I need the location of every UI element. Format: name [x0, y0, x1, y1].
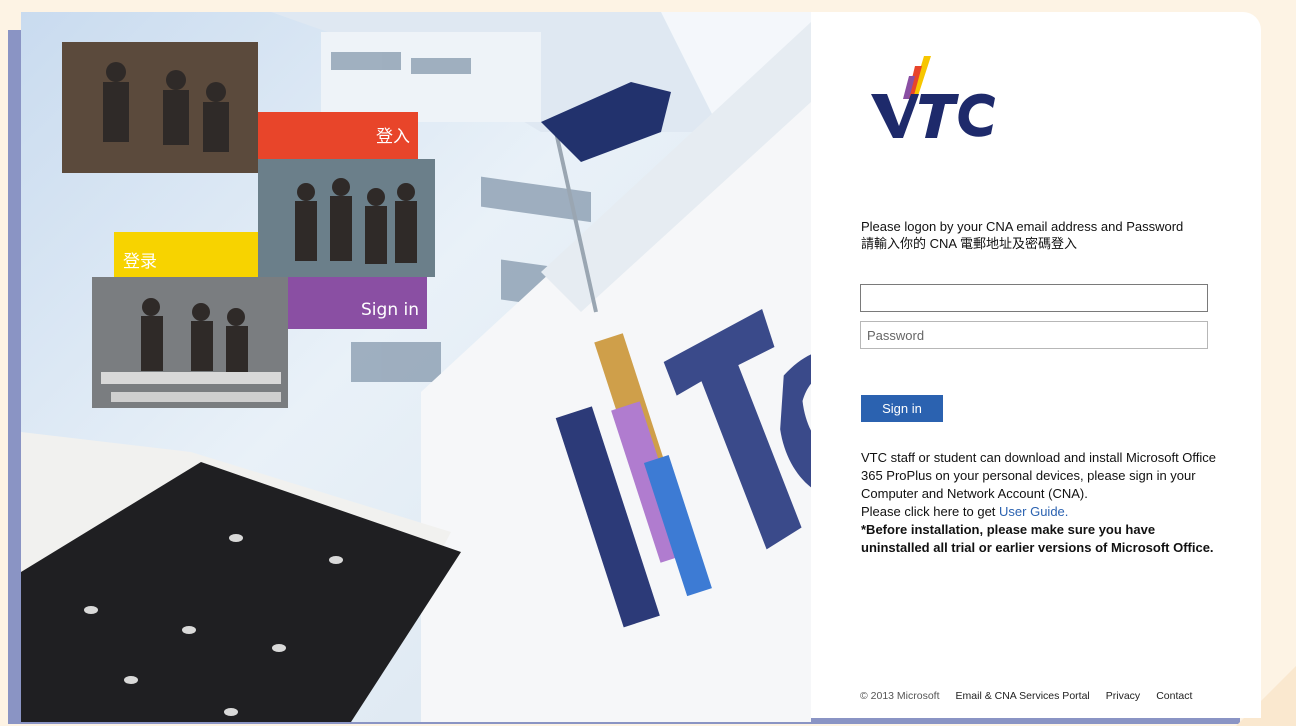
tile-signin-simplified-text: 登录: [123, 252, 157, 272]
hero-image: 登入 登录 Sign in: [21, 12, 811, 722]
instruction-chinese: 請輸入你的 CNA 電郵地址及密碼登入: [861, 236, 1077, 251]
user-guide-prefix: Please click here to get: [861, 504, 1000, 519]
install-info: VTC staff or student can download and in…: [861, 449, 1221, 557]
install-warning: *Before installation, please make sure y…: [861, 522, 1214, 555]
tile-signin-traditional: 登入: [258, 112, 418, 159]
footer: © 2013 Microsoft Email & CNA Services Po…: [860, 690, 1240, 702]
user-guide-line: Please click here to get User Guide.: [861, 503, 1221, 521]
footer-link-contact[interactable]: Contact: [1156, 690, 1192, 702]
tile-signin-english: Sign in: [288, 277, 427, 329]
signin-button[interactable]: Sign in: [861, 395, 943, 422]
footer-link-privacy[interactable]: Privacy: [1106, 690, 1140, 702]
install-info-text: VTC staff or student can download and in…: [861, 450, 1217, 501]
left-frame-bar: [8, 30, 22, 722]
instruction-english: Please logon by your CNA email address a…: [861, 219, 1184, 234]
copyright-text: © 2013 Microsoft: [860, 690, 940, 702]
vtc-logo: [871, 56, 995, 138]
tile-signin-simplified: 登录: [114, 232, 258, 277]
footer-link-portal[interactable]: Email & CNA Services Portal: [956, 690, 1090, 702]
tile-signin-english-text: Sign in: [361, 300, 419, 320]
email-field[interactable]: [860, 284, 1208, 312]
tile-signin-traditional-text: 登入: [376, 127, 410, 147]
password-field[interactable]: [860, 321, 1208, 349]
login-panel: Please logon by your CNA email address a…: [811, 12, 1261, 718]
user-guide-link[interactable]: User Guide.: [999, 504, 1068, 519]
login-instructions: Please logon by your CNA email address a…: [861, 218, 1241, 252]
